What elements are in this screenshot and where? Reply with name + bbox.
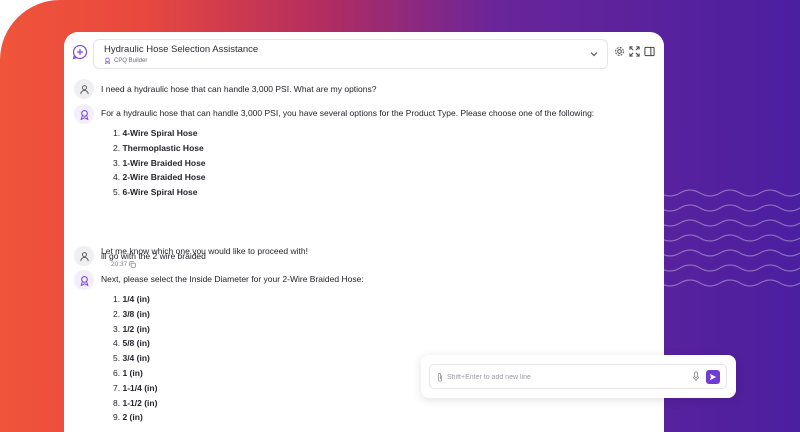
message-text: Next, please select the Inside Diameter … (101, 274, 364, 284)
user-icon (79, 251, 89, 261)
gear-icon[interactable] (614, 46, 625, 57)
chat-plus-icon[interactable] (72, 44, 88, 60)
list-item: 1. 4-Wire Spiral Hose (113, 128, 198, 138)
message-input-wrapper (429, 364, 727, 389)
sidebar-icon[interactable] (644, 46, 655, 57)
message-timestamp: 20:37 (111, 261, 136, 268)
list-item: 4. 2-Wire Braided Hose (113, 172, 206, 183)
inside-diameter-options: 1. 1/4 (in) 2. 3/8 (in) 3. 1/2 (in) 4. 5… (113, 292, 157, 425)
user-icon (79, 84, 89, 94)
conversation-title: Hydraulic Hose Selection Assistance (104, 44, 259, 55)
message-composer (421, 355, 736, 398)
user-avatar (74, 79, 94, 99)
message-text: I need a hydraulic hose that can handle … (101, 84, 377, 94)
chevron-down-icon[interactable] (589, 49, 599, 59)
list-item: 4. 5/8 (in) (113, 338, 150, 349)
copy-icon[interactable] (129, 261, 136, 268)
ribbon-icon (80, 109, 88, 120)
builder-icon (104, 57, 111, 64)
send-icon (709, 373, 717, 381)
assistant-avatar (74, 104, 94, 124)
list-item: 5. 6-Wire Spiral Hose (113, 187, 198, 198)
list-item: 8. 1-1/2 (in) (113, 397, 158, 408)
list-item: 3. 1-Wire Braided Hose (113, 157, 206, 168)
list-item: 1. 1/4 (in) (113, 294, 150, 304)
list-item: 2. 3/8 (in) (113, 308, 150, 319)
product-type-options: 1. 4-Wire Spiral Hose 2. Thermoplastic H… (113, 126, 206, 200)
ribbon-icon (80, 275, 88, 286)
assistant-avatar (74, 270, 94, 290)
user-avatar (74, 246, 94, 266)
wave-pattern (640, 189, 800, 287)
conversation-subtitle: CPQ Builder (104, 57, 147, 64)
list-item: 7. 1-1/4 (in) (113, 382, 158, 393)
list-item: 5. 3/4 (in) (113, 353, 150, 364)
microphone-icon[interactable] (692, 371, 700, 382)
send-button[interactable] (706, 370, 720, 384)
expand-icon[interactable] (629, 46, 640, 57)
conversation-selector[interactable]: Hydraulic Hose Selection Assistance CPQ … (93, 39, 608, 69)
message-text: For a hydraulic hose that can handle 3,0… (101, 108, 595, 118)
message-text: ill go with the 2 wire braided (101, 251, 206, 261)
list-item: 2. Thermoplastic Hose (113, 142, 204, 153)
list-item: 6. 1 (in) (113, 367, 143, 378)
list-item: 3. 1/2 (in) (113, 323, 150, 334)
paperclip-icon[interactable] (436, 372, 444, 382)
message-input[interactable] (447, 369, 687, 385)
subtitle-label: CPQ Builder (114, 57, 148, 64)
list-item: 9. 2 (in) (113, 412, 143, 423)
